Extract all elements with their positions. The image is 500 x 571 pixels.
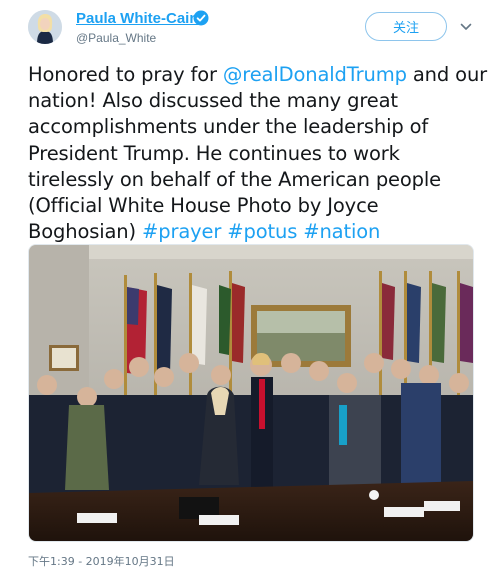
tweet-card: Paula White-Cain @Paula_White 关注 Honored…: [0, 0, 500, 571]
tweet-timestamp[interactable]: 下午1:39 - 2019年10月31日: [28, 553, 175, 569]
display-name[interactable]: Paula White-Cain: [76, 10, 199, 27]
follow-button[interactable]: 关注: [365, 12, 447, 41]
mention-link[interactable]: @realDonaldTrump: [223, 63, 407, 86]
tweet-text-segment: and our nation! Also discussed the many …: [28, 63, 488, 244]
verified-badge-icon: [193, 10, 209, 26]
photo-image: [29, 245, 473, 541]
tweet-text: Honored to pray for @realDonaldTrump and…: [28, 62, 488, 245]
hashtag-link[interactable]: #prayer: [142, 220, 221, 243]
tweet-photo[interactable]: [28, 244, 474, 542]
hashtag-link[interactable]: #nation: [303, 220, 380, 243]
hashtag-link[interactable]: #potus: [227, 220, 297, 243]
user-handle[interactable]: @Paula_White: [76, 31, 156, 45]
chevron-down-icon[interactable]: [459, 20, 473, 34]
tweet-text-segment: Honored to pray for: [28, 63, 223, 86]
avatar[interactable]: [28, 10, 62, 44]
